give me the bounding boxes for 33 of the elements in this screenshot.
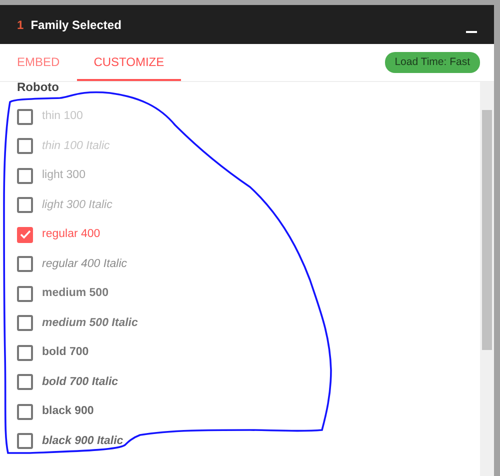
load-time-badge: Load Time: Fast xyxy=(384,52,480,74)
style-label: black 900 Italic xyxy=(42,434,124,449)
scrollbar[interactable] xyxy=(480,82,494,476)
checkbox[interactable] xyxy=(17,168,33,184)
checkbox[interactable] xyxy=(17,344,33,361)
checkbox[interactable] xyxy=(17,226,33,243)
scrollbar-thumb[interactable] xyxy=(482,110,492,350)
tab[interactable]: EMBED xyxy=(0,44,77,81)
style-label: regular 400 Italic xyxy=(42,256,128,272)
style-label: thin 100 xyxy=(42,109,83,124)
checkbox[interactable] xyxy=(17,138,33,154)
checkbox[interactable] xyxy=(17,286,33,302)
checkbox[interactable] xyxy=(17,256,33,272)
minimize-icon[interactable] xyxy=(466,30,477,32)
style-label: light 300 Italic xyxy=(42,198,112,213)
family-name: Roboto xyxy=(17,82,60,92)
style-label: bold 700 xyxy=(42,345,89,360)
checkbox[interactable] xyxy=(17,433,33,450)
checkbox[interactable] xyxy=(17,374,33,390)
checkbox[interactable] xyxy=(17,315,33,332)
style-label: light 300 xyxy=(42,168,86,184)
checkbox[interactable] xyxy=(17,108,33,125)
style-label: black 900 xyxy=(42,404,94,420)
checkbox[interactable] xyxy=(17,197,33,214)
style-label: regular 400 xyxy=(42,227,100,242)
style-label: medium 500 Italic xyxy=(42,316,138,331)
header-title: Family Selected xyxy=(30,16,122,34)
style-label: thin 100 Italic xyxy=(42,138,110,154)
selected-count: 1 xyxy=(17,16,24,34)
checkbox[interactable] xyxy=(17,404,33,420)
tab[interactable]: CUSTOMIZE xyxy=(76,44,182,81)
style-label: bold 700 Italic xyxy=(42,374,118,390)
style-label: medium 500 xyxy=(42,286,108,302)
